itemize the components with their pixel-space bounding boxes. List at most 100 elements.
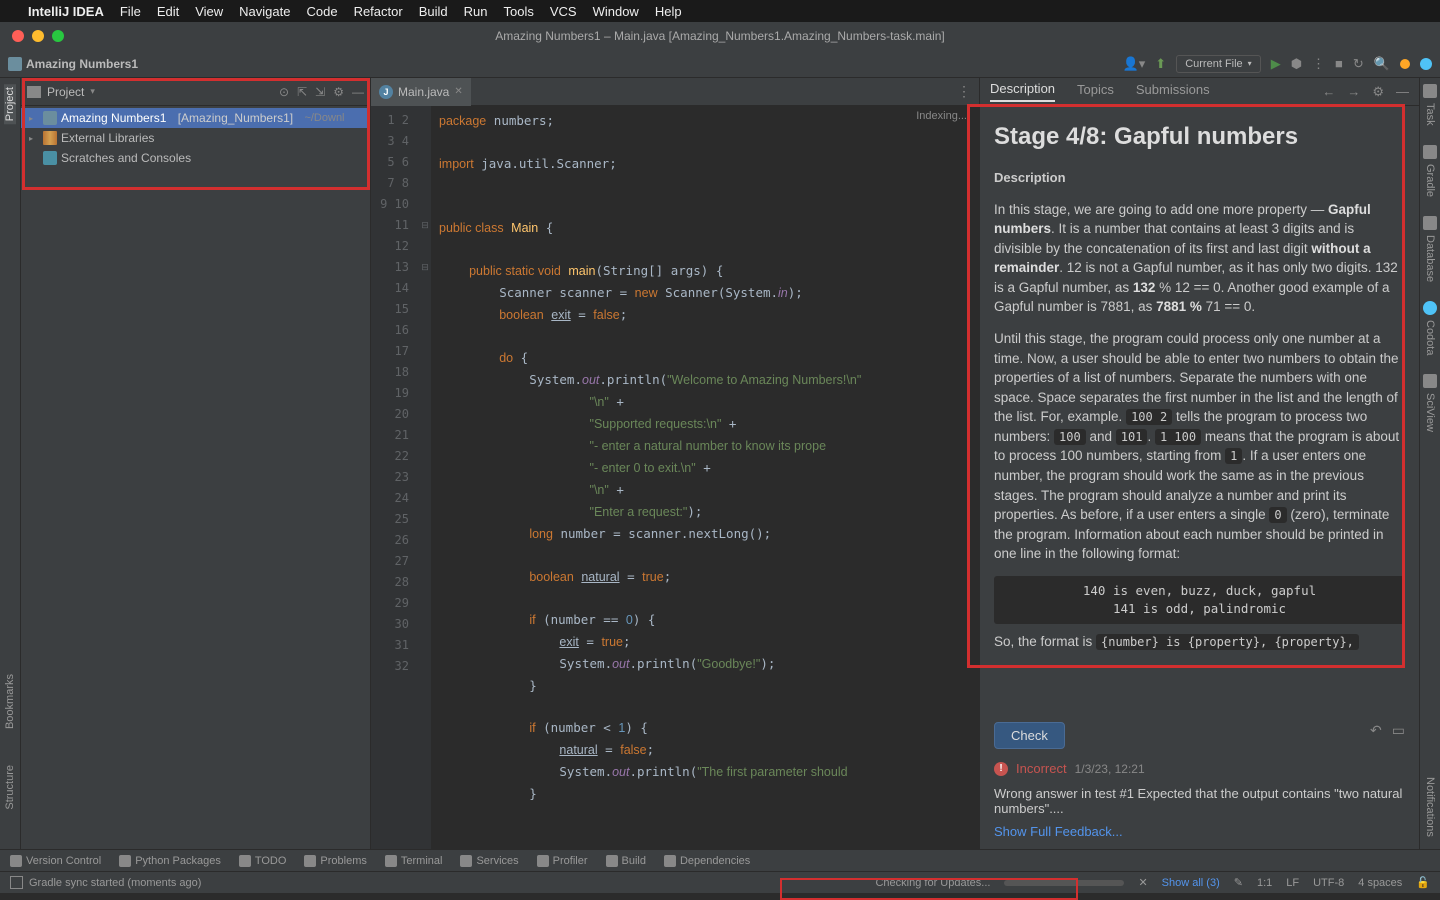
code-editor[interactable]: package numbers; import java.util.Scanne… — [431, 106, 979, 849]
menu-run[interactable]: Run — [464, 4, 488, 19]
menu-edit[interactable]: Edit — [157, 4, 179, 19]
bottom-tool-bar: Version Control Python Packages TODO Pro… — [0, 849, 1440, 871]
editor-tab-main[interactable]: J Main.java ✕ — [371, 78, 471, 106]
line-gutter: 1 2 3 4 5 6 7 8 9 10 11 12 13 14 15 16 1… — [371, 106, 419, 849]
app-name[interactable]: IntelliJ IDEA — [28, 4, 104, 19]
tree-node-external-libs[interactable]: ▸ External Libraries — [21, 128, 370, 148]
menu-help[interactable]: Help — [655, 4, 682, 19]
services-tab[interactable]: Services — [460, 855, 518, 867]
dependencies-tab[interactable]: Dependencies — [664, 855, 750, 867]
caret-position[interactable]: 1:1 — [1257, 877, 1272, 889]
build-icon[interactable]: ⬆ — [1155, 56, 1166, 72]
tree-node-scratches[interactable]: Scratches and Consoles — [21, 148, 370, 168]
sciview-tool-tab[interactable]: SciView — [1424, 390, 1436, 435]
mac-menu-bar: IntelliJ IDEA File Edit View Navigate Co… — [0, 0, 1440, 22]
error-icon: ! — [994, 762, 1008, 776]
project-view-title[interactable]: Project — [47, 85, 84, 99]
project-tool-tab[interactable]: Project — [4, 84, 16, 124]
java-file-icon: J — [379, 85, 393, 99]
expand-all-icon[interactable]: ⇱ — [297, 85, 307, 99]
gradle-tool-tab[interactable]: Gradle — [1424, 161, 1436, 200]
title-bar: Amazing Numbers1 – Main.java [Amazing_Nu… — [0, 22, 1440, 50]
task-description-body: Stage 4/8: Gapful numbers Description In… — [980, 106, 1419, 712]
profiler-tab[interactable]: Profiler — [537, 855, 588, 867]
database-tool-tab[interactable]: Database — [1424, 232, 1436, 285]
tree-node-root[interactable]: ▸ Amazing Numbers1 [Amazing_Numbers1] ~/… — [21, 108, 370, 128]
terminal-tab[interactable]: Terminal — [385, 855, 443, 867]
show-all-link[interactable]: Show all (3) — [1162, 877, 1220, 889]
indent-info[interactable]: 4 spaces — [1358, 877, 1402, 889]
hide-icon[interactable]: — — [1396, 84, 1409, 100]
collapse-all-icon[interactable]: ⇲ — [315, 85, 325, 99]
menu-code[interactable]: Code — [306, 4, 337, 19]
menu-window[interactable]: Window — [593, 4, 639, 19]
project-tool-window: Project ▾ ⊙ ⇱ ⇲ ⚙ — ▸ Amazing Numbers1 [… — [21, 78, 371, 849]
editor-area: J Main.java ✕ ⋮ 1 2 3 4 5 6 7 8 9 10 11 … — [371, 78, 979, 849]
tab-description[interactable]: Description — [990, 81, 1055, 102]
version-control-tab[interactable]: Version Control — [10, 855, 101, 867]
problems-tab[interactable]: Problems — [304, 855, 366, 867]
chevron-down-icon[interactable]: ▾ — [90, 86, 95, 97]
breadcrumb[interactable]: Amazing Numbers1 — [8, 57, 138, 71]
folder-icon — [27, 86, 41, 98]
bookmarks-tool-tab[interactable]: Bookmarks — [4, 671, 16, 732]
line-separator[interactable]: LF — [1286, 877, 1299, 889]
updates-icon[interactable]: ↻ — [1353, 56, 1364, 72]
code-with-me-icon[interactable]: 👤▾ — [1123, 56, 1146, 72]
library-icon — [43, 131, 57, 145]
database-icon — [1423, 216, 1437, 230]
highlight-icon[interactable]: ✎ — [1234, 876, 1243, 889]
task-icon — [1423, 84, 1437, 98]
task-tool-tab[interactable]: Task — [1424, 100, 1436, 129]
menu-refactor[interactable]: Refactor — [354, 4, 403, 19]
run-button[interactable]: ▶ — [1271, 56, 1281, 72]
gear-icon[interactable]: ⚙ — [1372, 84, 1384, 100]
readonly-icon[interactable]: 🔓 — [1416, 876, 1430, 889]
build-tab[interactable]: Build — [606, 855, 646, 867]
status-bar: Gradle sync started (moments ago) Checki… — [0, 871, 1440, 893]
tab-submissions[interactable]: Submissions — [1136, 82, 1210, 101]
tool-windows-icon[interactable] — [10, 876, 23, 889]
select-opened-file-icon[interactable]: ⊙ — [279, 85, 289, 99]
forward-icon[interactable]: → — [1347, 84, 1360, 100]
codota-nav-icon[interactable] — [1420, 58, 1432, 70]
tab-topics[interactable]: Topics — [1077, 82, 1114, 101]
breadcrumb-text: Amazing Numbers1 — [26, 57, 138, 71]
show-full-feedback-link[interactable]: Show Full Feedback... — [994, 824, 1123, 839]
check-button[interactable]: Check — [994, 722, 1065, 749]
file-encoding[interactable]: UTF-8 — [1313, 877, 1344, 889]
fold-gutter[interactable]: ⊟⊟ — [419, 106, 431, 849]
undo-icon[interactable]: ↶ — [1370, 722, 1382, 739]
todo-tab[interactable]: TODO — [239, 855, 287, 867]
menu-navigate[interactable]: Navigate — [239, 4, 290, 19]
hide-tool-icon[interactable]: — — [352, 85, 364, 99]
task-tool-window: Description Topics Submissions ← → ⚙ — S… — [979, 78, 1419, 849]
gradle-icon — [1423, 145, 1437, 159]
notifications-tool-tab[interactable]: Notifications — [1424, 774, 1436, 840]
search-icon[interactable]: 🔍 — [1374, 56, 1390, 72]
menu-view[interactable]: View — [195, 4, 223, 19]
python-packages-tab[interactable]: Python Packages — [119, 855, 221, 867]
codota-tool-tab[interactable]: Codota — [1424, 317, 1436, 358]
stop-button[interactable]: ■ — [1335, 56, 1343, 71]
menu-build[interactable]: Build — [419, 4, 448, 19]
cancel-icon[interactable]: ✕ — [1138, 876, 1147, 889]
comment-icon[interactable]: ▭ — [1392, 722, 1405, 739]
task-footer: Check ↶ ▭ ! Incorrect 1/3/23, 12:21 Wron… — [980, 712, 1419, 849]
task-subheading: Description — [994, 169, 1405, 188]
menu-vcs[interactable]: VCS — [550, 4, 577, 19]
project-tree[interactable]: ▸ Amazing Numbers1 [Amazing_Numbers1] ~/… — [21, 106, 370, 170]
user-icon[interactable] — [1400, 59, 1410, 69]
run-config-dropdown[interactable]: Current File▾ — [1176, 55, 1260, 73]
debug-button[interactable]: ⬢ — [1291, 56, 1302, 72]
structure-tool-tab[interactable]: Structure — [4, 762, 16, 813]
more-run-icon[interactable]: ⋮ — [1312, 56, 1325, 72]
menu-file[interactable]: File — [120, 4, 141, 19]
menu-tools[interactable]: Tools — [503, 4, 533, 19]
back-icon[interactable]: ← — [1322, 84, 1335, 100]
close-tab-icon[interactable]: ✕ — [454, 86, 462, 97]
project-tool-header: Project ▾ ⊙ ⇱ ⇲ ⚙ — — [21, 78, 370, 106]
tab-menu-icon[interactable]: ⋮ — [957, 83, 979, 100]
module-icon — [43, 111, 57, 125]
gear-icon[interactable]: ⚙ — [333, 85, 344, 99]
